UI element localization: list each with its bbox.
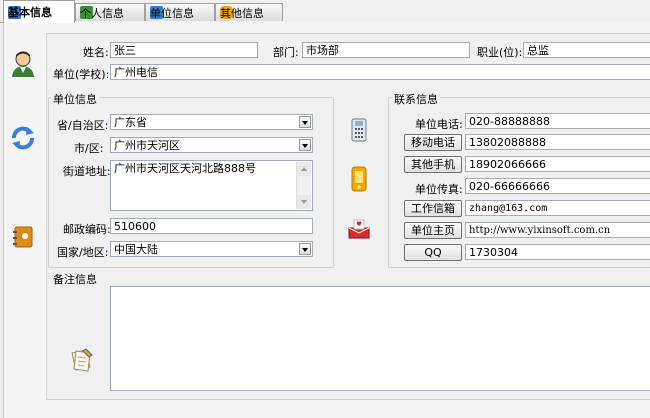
work-email-button[interactable]: 工作信箱 — [404, 200, 462, 217]
tab-basic-info[interactable]: i 基本信息 — [3, 0, 75, 23]
homepage-input[interactable]: http://www.yixinsoft.com.cn — [465, 222, 650, 238]
work-phone-input[interactable]: 020-88888888 — [465, 113, 650, 129]
refresh-icon — [10, 125, 36, 151]
notes-group-title: 备注信息 — [51, 271, 99, 287]
telephone-icon — [348, 118, 370, 142]
street-label: 街道地址: — [63, 165, 111, 178]
job-title-label: 职业(位): — [477, 46, 523, 59]
tab-label: 单位信息 — [150, 6, 194, 20]
department-label: 部门: — [273, 46, 299, 59]
street-scrollbar[interactable] — [296, 162, 311, 209]
tab-personal-info[interactable]: 个人信息 — [75, 3, 145, 21]
city-select[interactable]: 广州市天河区 — [110, 137, 313, 153]
homepage-button[interactable]: 单位主页 — [404, 222, 462, 239]
name-label: 姓名: — [83, 46, 109, 59]
job-title-input[interactable]: 总监 — [523, 42, 650, 58]
country-select[interactable]: 中国大陆 — [110, 241, 313, 257]
city-label: 市/区: — [74, 142, 104, 155]
fax-input[interactable]: 020-66666666 — [465, 178, 650, 194]
province-label: 省/自治区: — [57, 119, 109, 132]
tab-label: 个人信息 — [80, 6, 124, 20]
province-value: 广东省 — [114, 116, 147, 129]
fax-label: 单位传真: — [415, 183, 463, 196]
mobile-phone-icon — [350, 166, 368, 192]
company-label: 单位(学校): — [53, 68, 110, 81]
contact-info-group-title: 联系信息 — [392, 91, 440, 107]
city-value: 广州市天河区 — [114, 139, 180, 152]
tab-bar: i 基本信息 个人信息 单位信息 其他信息 — [0, 0, 650, 23]
scroll-up-icon[interactable] — [297, 162, 311, 176]
qq-input[interactable]: 1730304 — [465, 244, 650, 260]
other-mobile-input[interactable]: 18902066666 — [465, 156, 650, 172]
tab-label: 其他信息 — [220, 6, 264, 20]
work-phone-label: 单位电话: — [415, 118, 463, 131]
department-input[interactable]: 市场部 — [302, 42, 470, 58]
tab-label: 基本信息 — [8, 6, 52, 19]
zip-input[interactable]: 510600 — [110, 218, 313, 234]
mailbox-icon — [347, 218, 371, 240]
country-value: 中国大陆 — [114, 243, 158, 256]
chevron-down-icon[interactable] — [299, 243, 311, 255]
mobile-phone-input[interactable]: 13802088888 — [465, 134, 650, 150]
user-avatar-icon — [10, 50, 36, 78]
company-info-group-title: 单位信息 — [51, 91, 99, 107]
other-mobile-button[interactable]: 其他手机 — [404, 156, 462, 173]
notes-textarea[interactable] — [110, 286, 650, 391]
chevron-down-icon[interactable] — [299, 116, 311, 128]
street-textarea[interactable]: 广州市天河区天河北路888号 — [110, 160, 313, 211]
tab-other-info[interactable]: 其他信息 — [215, 3, 283, 21]
mobile-phone-button[interactable]: 移动电话 — [404, 134, 462, 151]
notes-paper-icon — [68, 347, 96, 373]
street-value: 广州市天河区天河北路888号 — [114, 162, 256, 175]
company-input[interactable]: 广州电信 — [110, 64, 650, 80]
country-label: 国家/地区: — [57, 246, 109, 259]
work-email-input[interactable]: zhang@163.com — [465, 200, 650, 216]
province-select[interactable]: 广东省 — [110, 114, 313, 130]
scroll-down-icon[interactable] — [297, 195, 311, 209]
zip-label: 邮政编码: — [63, 223, 111, 236]
name-input[interactable]: 张三 — [110, 42, 258, 58]
chevron-down-icon[interactable] — [299, 139, 311, 151]
tab-company-info[interactable]: 单位信息 — [145, 3, 215, 21]
qq-button[interactable]: QQ — [404, 244, 462, 261]
address-book-icon — [12, 225, 34, 249]
